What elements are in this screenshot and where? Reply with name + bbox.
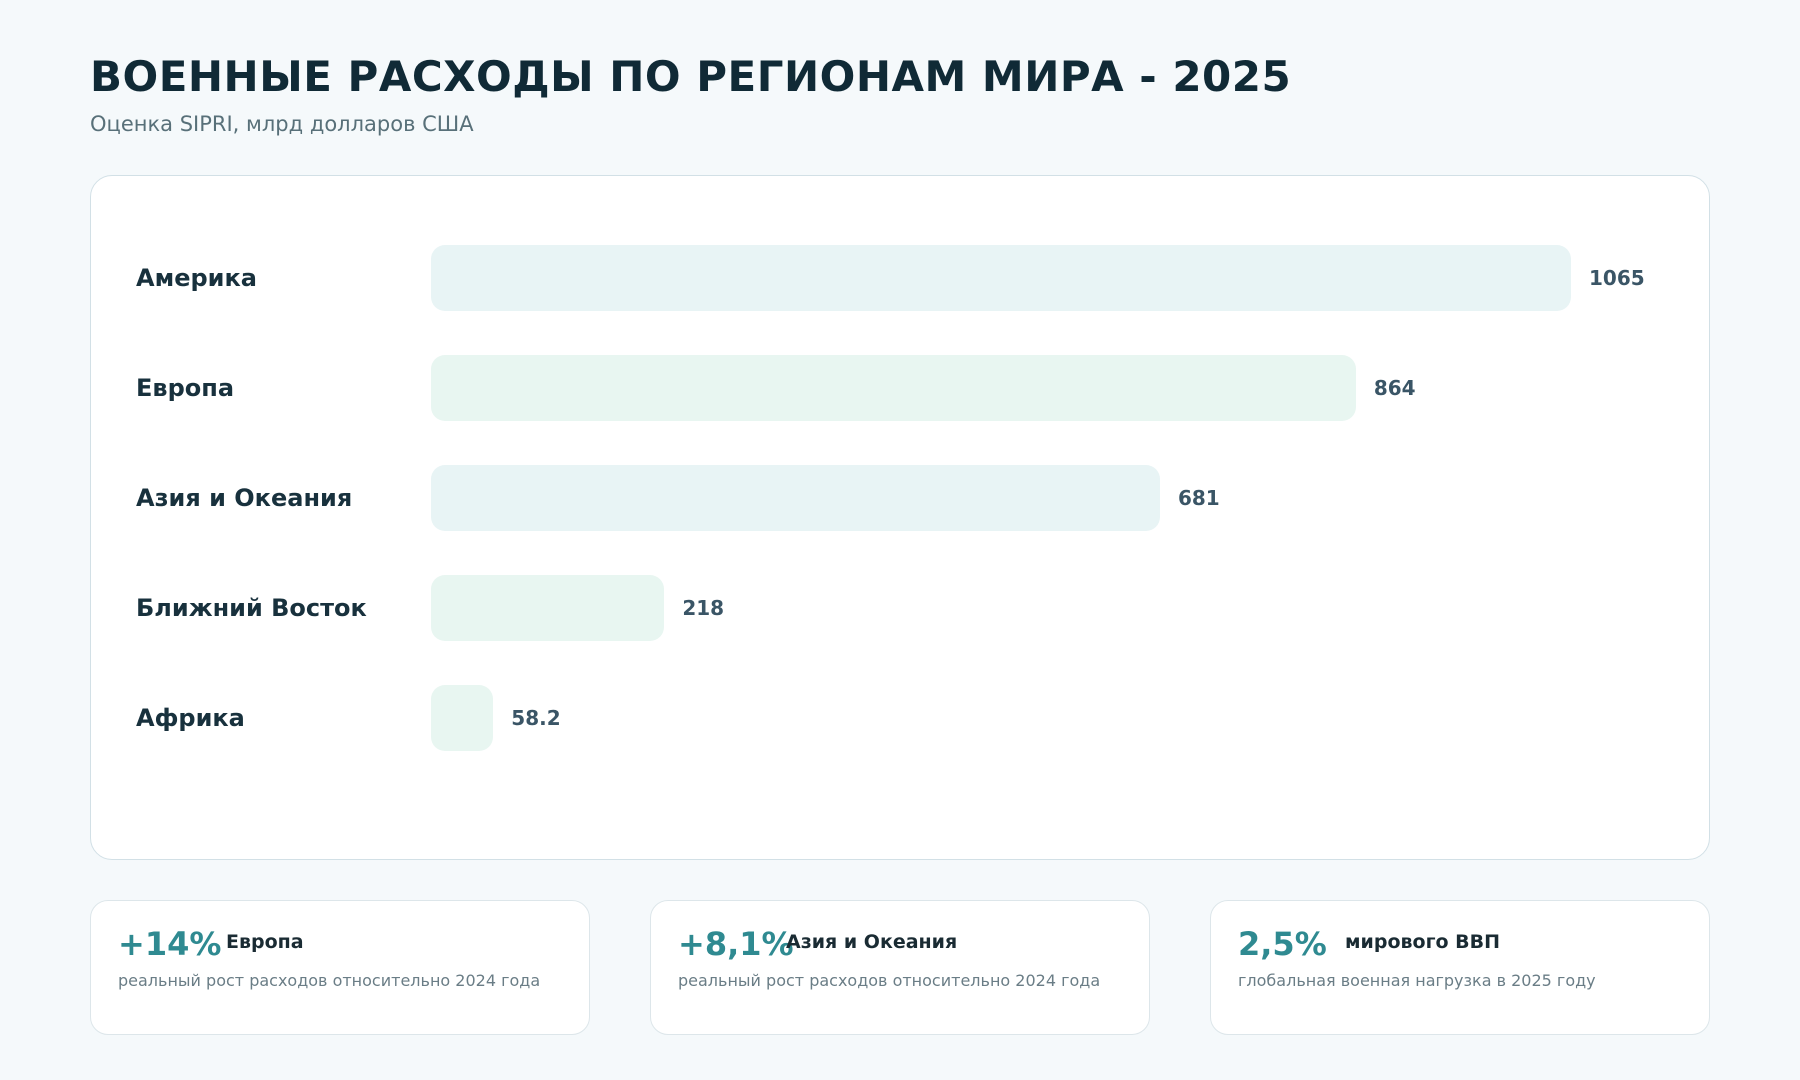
bar-category-label: Америка (136, 264, 257, 292)
stat-label: мирового ВВП (1345, 931, 1501, 953)
stat-value: +8,1% (678, 925, 794, 963)
stat-note: глобальная военная нагрузка в 2025 году (1238, 971, 1596, 990)
stat-value: +14% (118, 925, 222, 963)
stat-card-europe: +14% Европа реальный рост расходов относ… (90, 900, 590, 1035)
stat-label: Европа (226, 931, 304, 953)
stat-label: Азия и Океания (786, 931, 958, 953)
bar-category-label: Ближний Восток (136, 594, 367, 622)
stat-value: 2,5% (1238, 925, 1327, 963)
bar-category-label: Африка (136, 704, 245, 732)
bar-chart: Америка 1065 Европа 864 Азия и Океания 681 Бли… (90, 175, 1710, 860)
bar-row: Америка 1065 (91, 245, 1709, 311)
bar-row: Африка 58.2 (91, 685, 1709, 751)
bar-value-label: 1065 (1589, 266, 1645, 290)
stat-note: реальный рост расходов относительно 2024… (118, 971, 541, 990)
stat-card-gdp-share: 2,5% мирового ВВП глобальная военная наг… (1210, 900, 1710, 1035)
stat-card-asia-oceania: +8,1% Азия и Океания реальный рост расхо… (650, 900, 1150, 1035)
bar (431, 575, 665, 641)
bar (431, 245, 1571, 311)
bar-row: Азия и Океания 681 (91, 465, 1709, 531)
bar-category-label: Европа (136, 374, 235, 402)
bar-value-label: 864 (1373, 376, 1416, 400)
bar-value-label: 218 (682, 596, 725, 620)
bar-value-label: 681 (1177, 486, 1220, 510)
bar-row: Ближний Восток 218 (91, 575, 1709, 641)
page-title: ВОЕННЫЕ РАСХОДЫ ПО РЕГИОНАМ МИРА - 2025 (90, 52, 1292, 101)
bar-category-label: Азия и Океания (136, 484, 353, 512)
bar (431, 465, 1160, 531)
page-subtitle: Оценка SIPRI, млрд долларов США (90, 112, 474, 136)
bar-value-label: 58.2 (511, 706, 561, 730)
stat-note: реальный рост расходов относительно 2024… (678, 971, 1101, 990)
bar (431, 355, 1356, 421)
bar-row: Европа 864 (91, 355, 1709, 421)
bar (431, 685, 494, 751)
